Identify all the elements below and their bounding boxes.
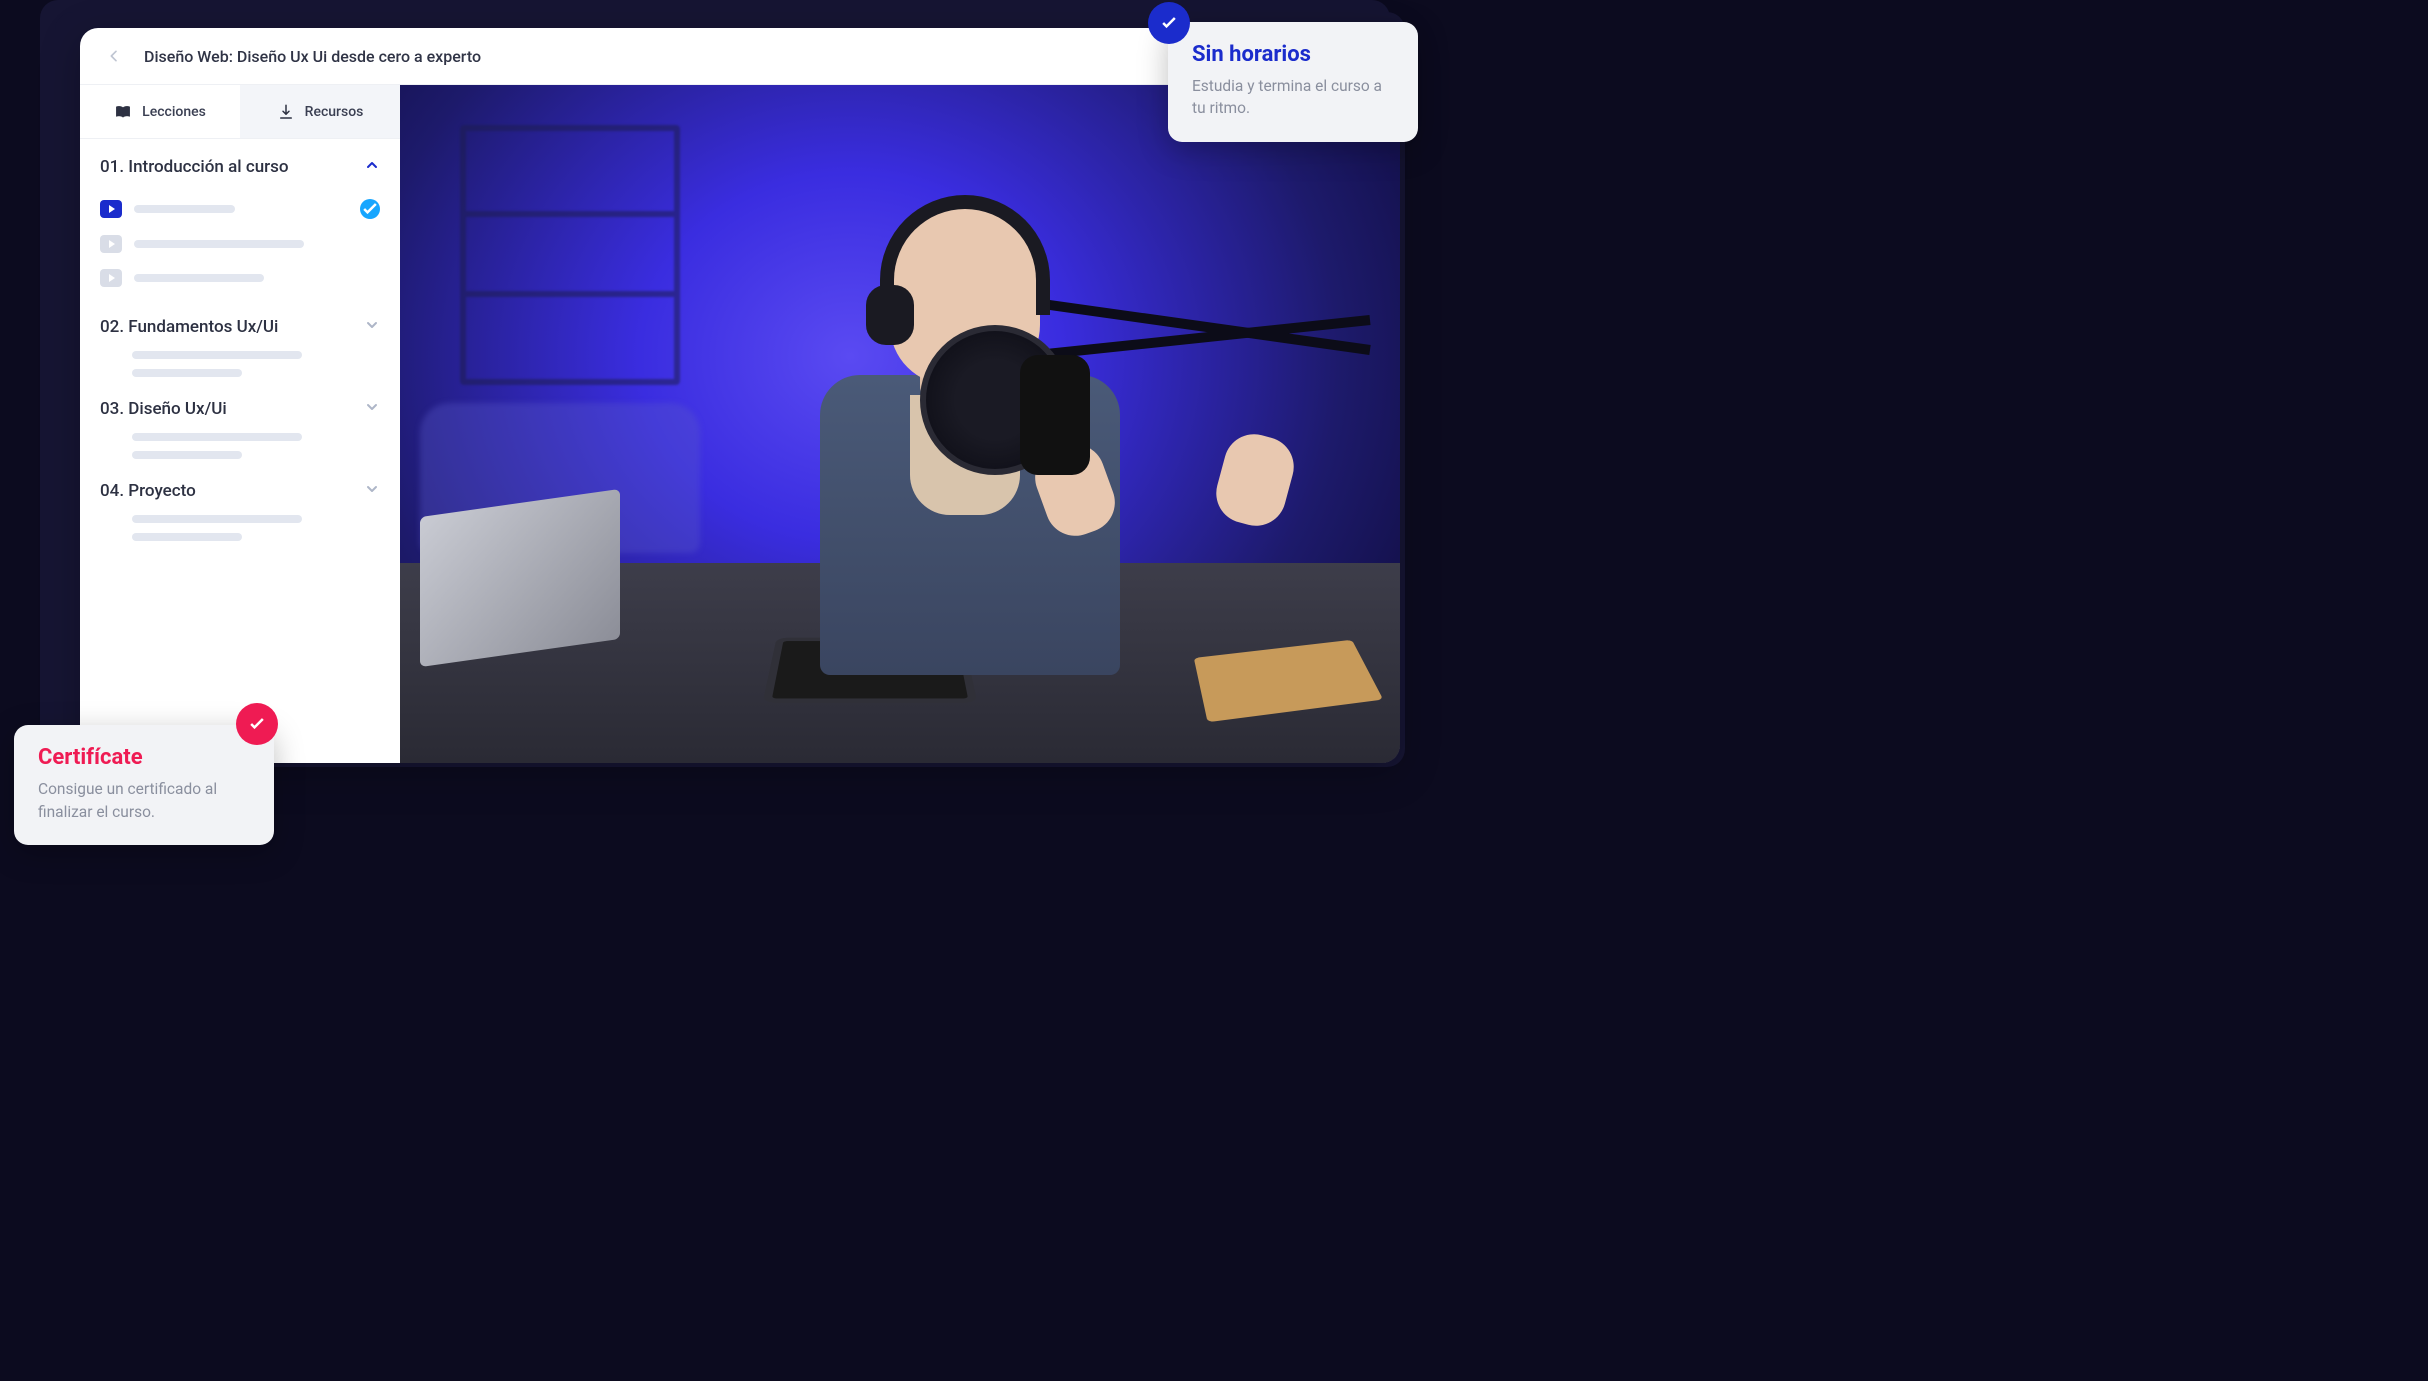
lesson-item[interactable]: [100, 261, 380, 295]
book-open-icon: [114, 103, 132, 121]
sidebar: Lecciones Recursos 01. Introducción al c…: [80, 85, 400, 763]
play-icon: [100, 269, 122, 287]
body: Lecciones Recursos 01. Introducción al c…: [80, 85, 1400, 763]
section-2: 02. Fundamentos Ux/Ui: [100, 317, 380, 377]
video-frame-illustration: [400, 85, 1400, 763]
chevron-down-icon: [364, 399, 380, 419]
collapsed-preview: [100, 433, 380, 459]
lesson-title-placeholder: [134, 205, 235, 213]
back-button[interactable]: [100, 42, 128, 70]
chevron-down-icon: [364, 481, 380, 501]
lesson-title-placeholder: [134, 274, 264, 282]
collapsed-preview: [100, 351, 380, 377]
tab-resources-label: Recursos: [305, 104, 364, 120]
section-header[interactable]: 04. Proyecto: [100, 481, 380, 501]
check-badge-icon: [236, 703, 278, 745]
lesson-title-placeholder: [134, 240, 304, 248]
section-header[interactable]: 02. Fundamentos Ux/Ui: [100, 317, 380, 337]
download-icon: [277, 103, 295, 121]
callout-no-schedule: Sin horarios Estudia y termina el curso …: [1168, 22, 1418, 142]
callout-body: Estudia y termina el curso a tu ritmo.: [1192, 75, 1394, 120]
tab-lessons-label: Lecciones: [142, 104, 206, 120]
course-title: Diseño Web: Diseño Ux Ui desde cero a ex…: [144, 47, 481, 66]
collapsed-preview: [100, 515, 380, 541]
sections-list: 01. Introducción al curso: [80, 139, 400, 573]
callout-title: Sin horarios: [1192, 42, 1394, 67]
callout-title: Certifícate: [38, 745, 250, 770]
section-title: 01. Introducción al curso: [100, 157, 289, 177]
tab-lessons[interactable]: Lecciones: [80, 85, 240, 138]
chevron-left-icon: [106, 48, 122, 64]
callout-certificate: Certifícate Consigue un certificado al f…: [14, 725, 274, 845]
section-title: 03. Diseño Ux/Ui: [100, 399, 227, 419]
sidebar-tabs: Lecciones Recursos: [80, 85, 400, 139]
section-title: 02. Fundamentos Ux/Ui: [100, 317, 278, 337]
callout-body: Consigue un certificado al finalizar el …: [38, 778, 250, 823]
video-player[interactable]: [400, 85, 1400, 763]
section-header[interactable]: 01. Introducción al curso: [100, 157, 380, 177]
section-4: 04. Proyecto: [100, 481, 380, 541]
lesson-item[interactable]: [100, 227, 380, 261]
section-3: 03. Diseño Ux/Ui: [100, 399, 380, 459]
section-1: 01. Introducción al curso: [100, 157, 380, 295]
play-icon: [100, 200, 122, 218]
chevron-down-icon: [364, 317, 380, 337]
lesson-item[interactable]: [100, 191, 380, 227]
tab-resources[interactable]: Recursos: [240, 85, 400, 138]
chevron-up-icon: [364, 157, 380, 177]
section-title: 04. Proyecto: [100, 481, 196, 501]
section-header[interactable]: 03. Diseño Ux/Ui: [100, 399, 380, 419]
play-icon: [100, 235, 122, 253]
completed-check-icon: [360, 199, 380, 219]
check-badge-icon: [1148, 2, 1190, 44]
